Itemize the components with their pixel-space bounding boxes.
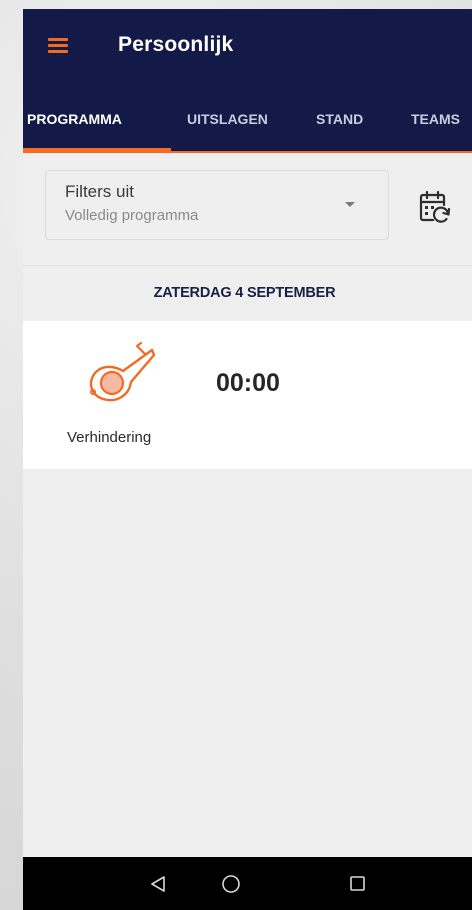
calendar-refresh-icon[interactable]: [419, 189, 453, 227]
phone-screen: Persoonlijk PROGRAMMA UITSLAGEN STAND TE…: [23, 9, 472, 910]
hamburger-menu-icon[interactable]: [48, 38, 68, 53]
date-header: ZATERDAG 4 SEPTEMBER: [153, 285, 336, 301]
tab-uitslagen[interactable]: UITSLAGEN: [187, 85, 268, 153]
tab-teams[interactable]: TEAMS: [411, 85, 460, 153]
match-card[interactable]: Verhindering 00:00: [23, 321, 472, 469]
android-navigation-bar: [23, 857, 472, 910]
nav-home-icon[interactable]: [221, 874, 241, 894]
filter-subtitle: Volledig programma: [65, 207, 199, 224]
match-status-label: Verhindering: [67, 429, 152, 446]
app-title: Persoonlijk: [118, 33, 234, 56]
app-bar: Persoonlijk: [23, 9, 472, 85]
filter-title: Filters uit: [65, 182, 134, 201]
nav-recent-apps-icon[interactable]: [349, 875, 366, 892]
tab-bar: PROGRAMMA UITSLAGEN STAND TEAMS: [23, 85, 472, 153]
whistle-icon: [89, 341, 156, 402]
match-time: 00:00: [216, 369, 280, 397]
dropdown-caret-icon: [345, 202, 355, 207]
tab-stand[interactable]: STAND: [316, 85, 363, 153]
tab-programma[interactable]: PROGRAMMA: [27, 85, 122, 153]
filter-row: Filters uit Volledig programma: [23, 153, 472, 266]
nav-back-icon[interactable]: [149, 875, 167, 893]
filter-dropdown[interactable]: Filters uit Volledig programma: [45, 170, 389, 240]
